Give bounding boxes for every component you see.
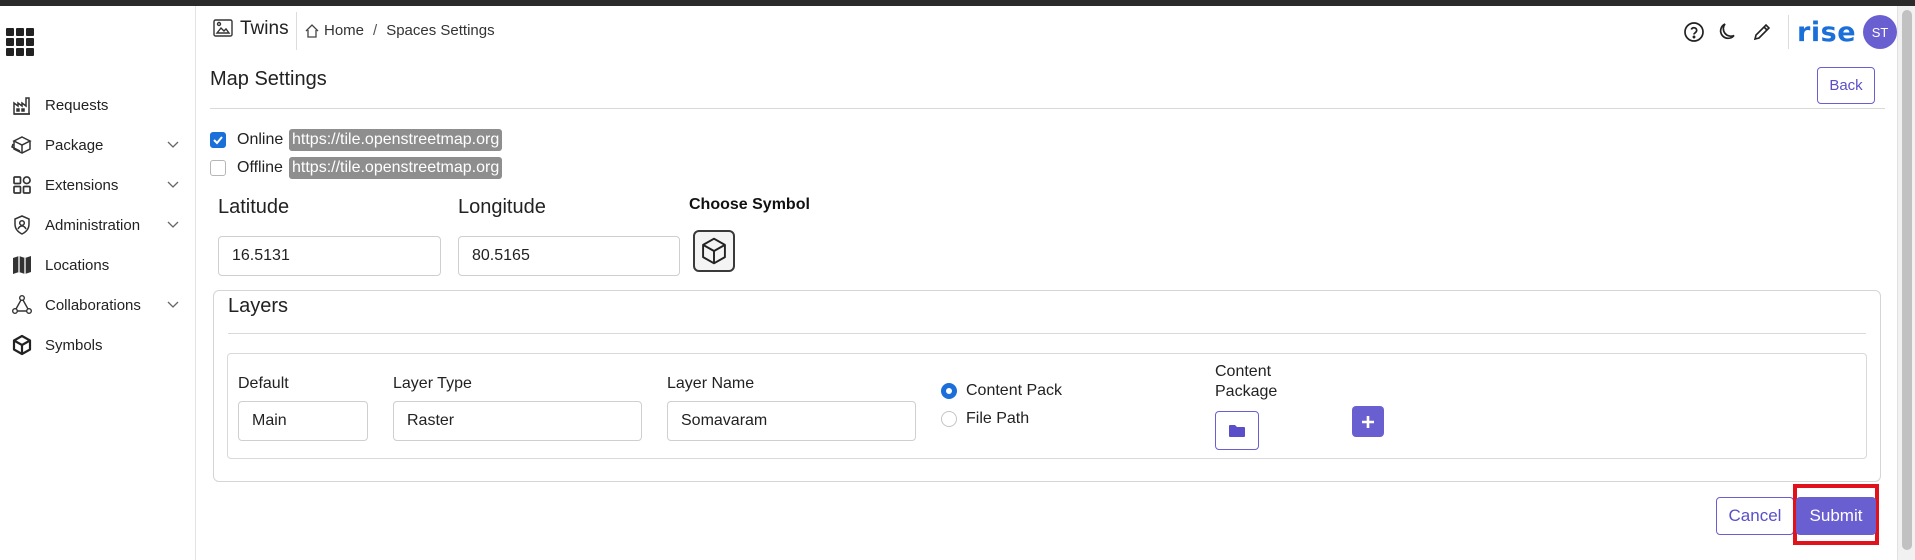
sidebar-item-requests[interactable]: Requests [0,89,196,121]
content-package-label: Content Package [1215,363,1278,400]
sidebar-item-label: Collaborations [45,296,141,314]
network-icon [10,293,34,317]
breadcrumb-separator: / [373,22,378,39]
sidebar: Requests Package Extensions Administrati… [0,6,196,560]
chevron-down-icon[interactable] [166,137,180,151]
submit-button[interactable]: Submit [1796,497,1876,535]
package-icon [10,133,34,157]
rise-logo: rise [1797,16,1856,48]
sidebar-item-label: Requests [45,96,109,114]
sidebar-item-administration[interactable]: Administration [0,209,196,241]
file-path-radio[interactable] [941,411,957,427]
cancel-button[interactable]: Cancel [1716,497,1794,535]
home-icon[interactable] [304,23,320,39]
top-header: Twins Home / Spaces Settings rise ST [197,6,1897,56]
breadcrumb-current: Spaces Settings [386,22,495,39]
vertical-scrollbar[interactable] [1897,6,1915,560]
folder-icon [1229,424,1245,437]
shield-user-icon [10,213,34,237]
back-button[interactable]: Back [1817,67,1875,104]
sidebar-item-label: Symbols [45,336,103,354]
online-checkbox[interactable] [210,132,226,148]
sidebar-item-label: Administration [45,216,141,234]
browse-folder-button[interactable] [1215,411,1259,450]
extensions-icon [10,173,34,197]
sidebar-item-label: Extensions [45,176,119,194]
layer-type-input[interactable] [393,401,642,441]
twins-icon [212,18,234,40]
sidebar-item-symbols[interactable]: Symbols [0,329,196,361]
chevron-down-icon[interactable] [166,177,180,191]
cube-icon [702,237,726,265]
choose-symbol-button[interactable] [693,230,735,272]
sidebar-item-label: Package [45,136,104,154]
breadcrumb: Home / Spaces Settings [304,22,495,39]
app-grid-icon[interactable] [6,28,34,56]
app-brand[interactable]: Twins [212,18,289,40]
app-name: Twins [240,18,289,39]
layers-title: Layers [228,295,289,317]
breadcrumb-home[interactable]: Home [324,22,364,39]
pencil-icon[interactable] [1750,20,1774,44]
offline-source-row: Offline https://tile.openstreetmap.org [210,157,503,179]
cube-icon [10,333,34,357]
map-icon [10,253,34,277]
chevron-down-icon[interactable] [166,297,180,311]
choose-symbol-label: Choose Symbol [689,196,810,213]
layers-divider [228,333,1866,334]
file-path-label: File Path [966,410,1030,427]
longitude-input[interactable] [458,236,680,276]
scrollbar-thumb[interactable] [1902,10,1912,550]
content-pack-label: Content Pack [966,382,1063,399]
header-divider [1788,15,1790,49]
content-pack-radio[interactable] [941,383,957,399]
latitude-input[interactable] [218,236,441,276]
sidebar-item-package[interactable]: Package [0,129,196,161]
default-input[interactable] [238,401,368,441]
title-divider [210,108,1885,109]
sidebar-item-extensions[interactable]: Extensions [0,169,196,201]
avatar[interactable]: ST [1863,15,1897,49]
plus-icon [1362,415,1374,428]
sidebar-item-collaborations[interactable]: Collaborations [0,289,196,321]
sidebar-item-locations[interactable]: Locations [0,249,196,281]
sidebar-item-label: Locations [45,256,110,274]
layer-name-input[interactable] [667,401,916,441]
layer-type-label: Layer Type [393,375,472,392]
default-label: Default [238,375,289,392]
latitude-label: Latitude [218,196,290,218]
chevron-down-icon[interactable] [166,217,180,231]
longitude-label: Longitude [458,196,546,218]
online-label: Online [237,131,284,148]
moon-icon[interactable] [1716,20,1740,44]
help-icon[interactable] [1682,20,1706,44]
online-source-row: Online https://tile.openstreetmap.org [210,129,503,151]
page-title: Map Settings [210,68,327,90]
add-layer-button[interactable] [1352,406,1384,437]
layer-name-label: Layer Name [667,375,755,392]
offline-checkbox[interactable] [210,160,226,176]
online-url: https://tile.openstreetmap.org [289,129,503,151]
offline-url: https://tile.openstreetmap.org [289,157,503,179]
header-actions: rise ST [1682,14,1897,50]
header-divider [296,12,297,50]
offline-label: Offline [237,159,283,176]
requests-icon [10,93,34,117]
